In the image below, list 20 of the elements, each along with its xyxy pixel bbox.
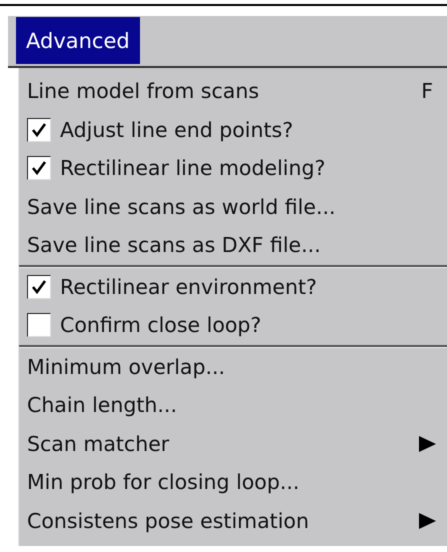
menu-item[interactable]: Scan matcher — [19, 424, 447, 463]
menu-item[interactable]: Save line scans as world file... — [19, 188, 447, 226]
checkbox[interactable] — [27, 274, 51, 299]
menu-item[interactable]: Chain length... — [19, 386, 447, 424]
menu-item[interactable]: Rectilinear environment? — [19, 268, 447, 306]
checkbox[interactable] — [27, 118, 51, 142]
checkbox[interactable] — [27, 313, 51, 338]
menu-item[interactable]: Adjust line end points? — [19, 110, 447, 149]
menu-item[interactable]: Rectilinear line modeling? — [19, 149, 447, 188]
menu-item[interactable]: Save line scans as DXF file... — [19, 226, 447, 264]
shortcut-key: F — [421, 79, 433, 104]
submenu-arrow-icon — [417, 510, 437, 531]
menu-item[interactable]: Consistens pose estimation — [19, 502, 447, 540]
menu-item[interactable]: Min prob for closing loop... — [19, 463, 447, 502]
checkbox[interactable] — [27, 156, 51, 180]
submenu-arrow-icon — [417, 434, 437, 454]
menu-item[interactable]: Minimum overlap... — [19, 348, 447, 386]
menu-item[interactable]: Confirm close loop? — [19, 306, 447, 344]
menu-title[interactable]: Advanced — [16, 17, 140, 64]
menu-item[interactable]: Line model from scans F — [19, 72, 447, 110]
